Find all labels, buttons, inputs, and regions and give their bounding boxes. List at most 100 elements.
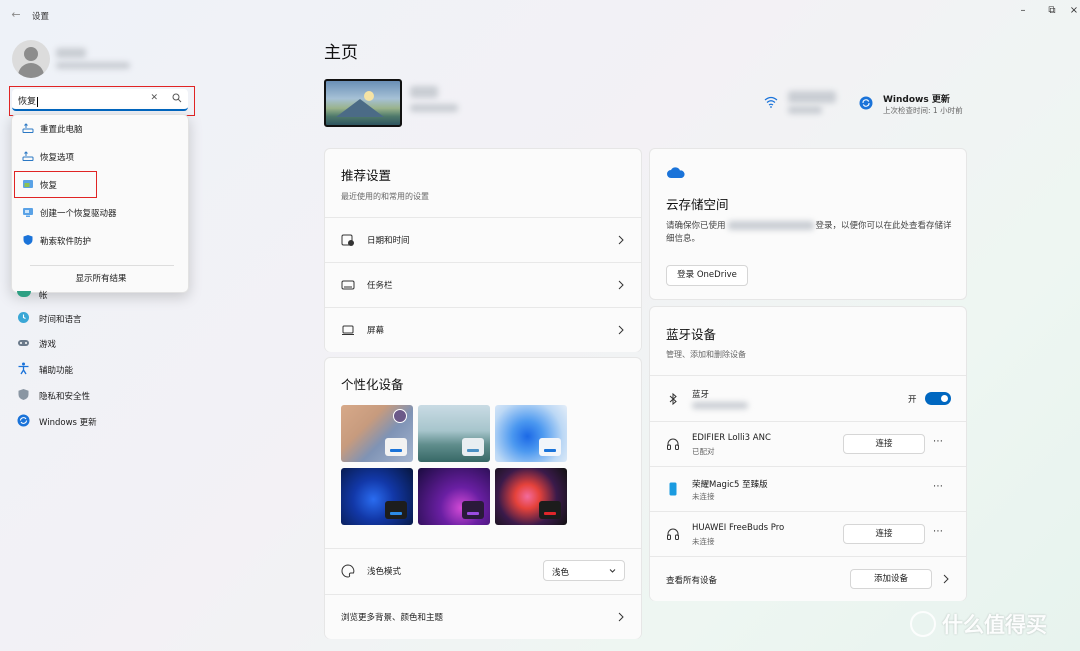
chevron-right-icon xyxy=(618,280,624,290)
bluetooth-toggle-row: 蓝牙 开 xyxy=(650,375,966,421)
wifi-name-redacted xyxy=(788,91,836,103)
headphones-icon xyxy=(667,438,679,450)
dropdown-divider xyxy=(30,265,174,266)
account-email-redacted xyxy=(56,62,130,69)
wifi-icon xyxy=(764,96,778,108)
close-icon[interactable]: × xyxy=(1068,4,1080,18)
bluetooth-label: 蓝牙 xyxy=(692,390,710,400)
app-title: 设置 xyxy=(32,12,50,22)
account-name-redacted xyxy=(56,48,86,58)
search-result-reset-pc[interactable]: 重置此电脑 xyxy=(18,117,184,139)
color-palette-icon xyxy=(341,564,355,578)
bluetooth-name-redacted xyxy=(692,402,748,409)
time-language-icon xyxy=(18,312,29,323)
gaming-icon xyxy=(18,340,29,346)
result-highlight-box xyxy=(14,171,97,198)
restore-icon[interactable]: ⧉ xyxy=(1042,4,1062,18)
connect-button[interactable]: 连接 xyxy=(843,434,925,454)
nav-item-time-language[interactable]: 时间和语言 xyxy=(12,307,188,329)
device-name-redacted xyxy=(410,86,438,98)
show-all-results-link[interactable]: 显示所有结果 xyxy=(12,272,190,284)
minimize-icon[interactable]: – xyxy=(1013,4,1033,18)
windows-update-last-check: 上次检查时间: 1 小时前 xyxy=(883,106,963,115)
nav-item-privacy[interactable]: 隐私和安全性 xyxy=(12,384,188,406)
recovery-drive-icon xyxy=(23,208,33,217)
more-options-icon[interactable]: ⋯ xyxy=(933,526,944,537)
device-wallpaper-thumbnail xyxy=(324,79,402,127)
nav-item-accessibility[interactable]: 辅助功能 xyxy=(12,358,188,380)
bluetooth-subtitle: 管理、添加和删除设备 xyxy=(666,350,746,359)
bluetooth-title: 蓝牙设备 xyxy=(666,327,717,342)
accessibility-icon xyxy=(18,362,29,375)
chevron-right-icon xyxy=(618,235,624,245)
cloud-description: 请确保你已使用 登录，以便你可以在此处查看存储详细信息。 xyxy=(666,221,952,244)
recommended-subtitle: 最近使用的和常用的设置 xyxy=(341,192,429,201)
display-icon xyxy=(342,325,354,335)
headphones-icon xyxy=(667,528,679,540)
search-result-ransomware[interactable]: 勒索软件防护 xyxy=(18,229,184,251)
accounts-icon xyxy=(17,291,31,297)
bluetooth-state: 开 xyxy=(908,395,917,405)
personalize-card: 个性化设备 浅色模式 浅色 浏览更多背景、颜色和主题 xyxy=(324,357,642,639)
recommended-row-display[interactable]: 屏幕 xyxy=(325,307,641,352)
recommended-title: 推荐设置 xyxy=(341,168,392,183)
search-result-recovery-drive[interactable]: 创建一个恢复驱动器 xyxy=(18,201,184,223)
onedrive-signin-button[interactable]: 登录 OneDrive xyxy=(666,265,748,286)
cloud-icon xyxy=(667,167,685,178)
device-row-edifier: EDIFIER Lolli3 ANC 已配对 连接 ⋯ xyxy=(650,421,966,466)
theme-thumbnail-3[interactable] xyxy=(495,405,567,462)
phone-icon xyxy=(669,482,677,496)
title-bar: ← 设置 – ⧉ × xyxy=(0,0,1080,30)
chevron-right-icon xyxy=(618,325,624,335)
reset-pc-icon xyxy=(22,123,34,133)
avatar[interactable] xyxy=(12,40,50,78)
more-options-icon[interactable]: ⋯ xyxy=(933,481,944,492)
nav-item-gaming[interactable]: 游戏 xyxy=(12,332,188,354)
recommended-settings-card: 推荐设置 最近使用的和常用的设置 日期和时间 任务栏 屏幕 xyxy=(324,148,642,352)
cloud-title: 云存储空间 xyxy=(666,197,729,212)
windows-update-title[interactable]: Windows 更新 xyxy=(883,92,950,105)
chevron-down-icon xyxy=(609,569,616,573)
back-arrow-icon[interactable]: ← xyxy=(8,8,24,22)
nav-item-windows-update[interactable]: Windows 更新 xyxy=(12,410,188,432)
watermark: 什么值得买 xyxy=(910,609,1070,641)
page-title: 主页 xyxy=(324,43,358,63)
date-time-icon xyxy=(341,234,354,246)
recovery-options-icon xyxy=(22,151,34,161)
cloud-storage-card: 云存储空间 请确保你已使用 登录，以便你可以在此处查看存储详细信息。 登录 One… xyxy=(649,148,967,300)
bluetooth-toggle[interactable] xyxy=(925,392,951,405)
search-highlight-box xyxy=(9,86,195,116)
search-result-recovery-options[interactable]: 恢复选项 xyxy=(18,145,184,167)
search-results-dropdown: 重置此电脑 恢复选项 恢复 创建一个恢复驱动器 勒索软件防护 显示所有结果 xyxy=(11,114,189,293)
view-all-devices-row[interactable]: 查看所有设备 添加设备 xyxy=(650,556,966,601)
nav-item-accounts-partial[interactable]: 帐 xyxy=(39,289,48,301)
view-all-devices-label: 查看所有设备 xyxy=(666,576,718,586)
color-mode-row: 浅色模式 浅色 xyxy=(325,548,641,593)
theme-thumbnail-5[interactable] xyxy=(418,468,490,525)
theme-thumbnail-4[interactable] xyxy=(341,468,413,525)
more-options-icon[interactable]: ⋯ xyxy=(933,436,944,447)
theme-thumbnail-6[interactable] xyxy=(495,468,567,525)
theme-selected-icon xyxy=(393,409,407,423)
windows-update-status-icon xyxy=(859,96,873,110)
chevron-right-icon xyxy=(943,574,949,584)
color-mode-select[interactable]: 浅色 xyxy=(543,560,625,581)
recommended-row-taskbar[interactable]: 任务栏 xyxy=(325,262,641,307)
chevron-right-icon xyxy=(618,612,624,622)
taskbar-icon xyxy=(341,280,355,290)
shield-icon xyxy=(23,235,33,245)
theme-thumbnail-1[interactable] xyxy=(341,405,413,462)
personalize-title: 个性化设备 xyxy=(341,377,404,392)
privacy-shield-icon xyxy=(18,389,29,400)
connect-button[interactable]: 连接 xyxy=(843,524,925,544)
wifi-status-redacted xyxy=(788,106,822,114)
device-model-redacted xyxy=(410,104,458,112)
recommended-row-date-time[interactable]: 日期和时间 xyxy=(325,217,641,262)
device-row-huawei-freebuds: HUAWEI FreeBuds Pro 未连接 连接 ⋯ xyxy=(650,511,966,556)
theme-thumbnail-2[interactable] xyxy=(418,405,490,462)
bluetooth-icon xyxy=(669,392,677,405)
bluetooth-devices-card: 蓝牙设备 管理、添加和删除设备 蓝牙 开 EDIFIER Lolli3 ANC … xyxy=(649,306,967,601)
browse-more-themes-row[interactable]: 浏览更多背景、颜色和主题 xyxy=(325,594,641,639)
add-device-button[interactable]: 添加设备 xyxy=(850,569,932,589)
device-row-honor-magic5: 荣耀Magic5 至臻版 未连接 ⋯ xyxy=(650,466,966,511)
